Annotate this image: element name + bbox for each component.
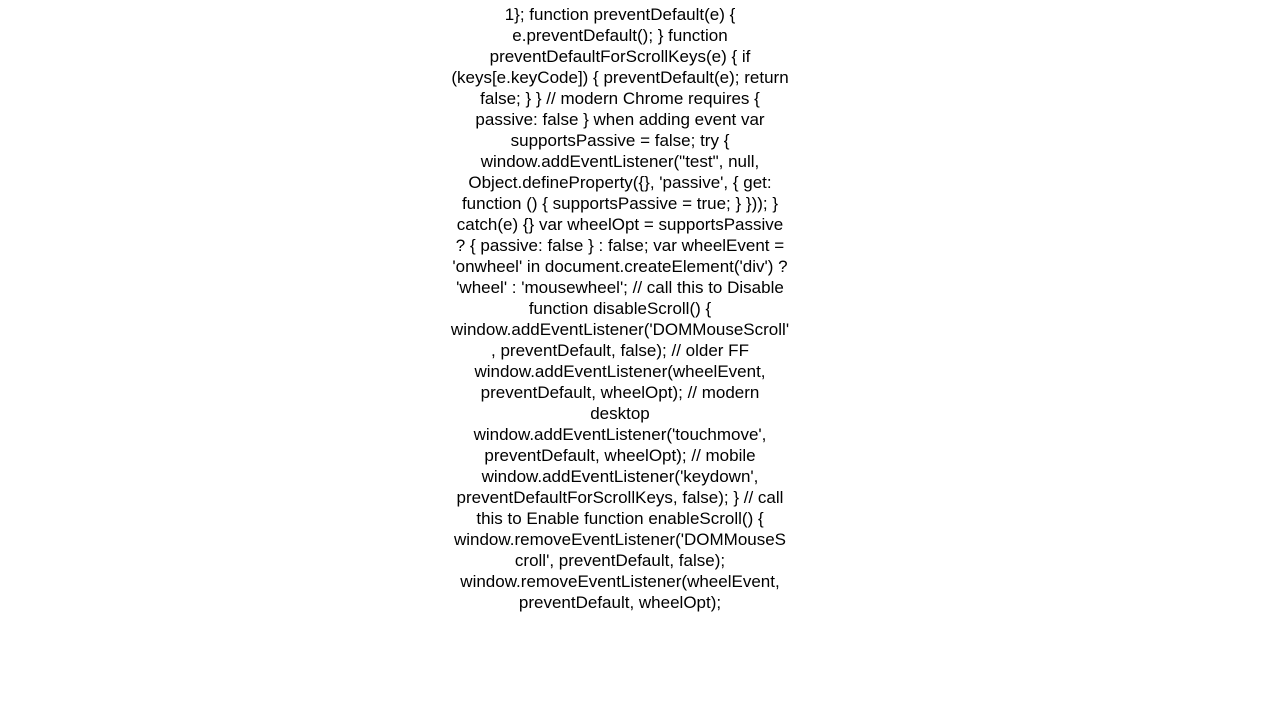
code-text: 1}; function preventDefault(e) { e.preve…	[450, 4, 790, 613]
page: 1}; function preventDefault(e) { e.preve…	[0, 0, 1280, 720]
